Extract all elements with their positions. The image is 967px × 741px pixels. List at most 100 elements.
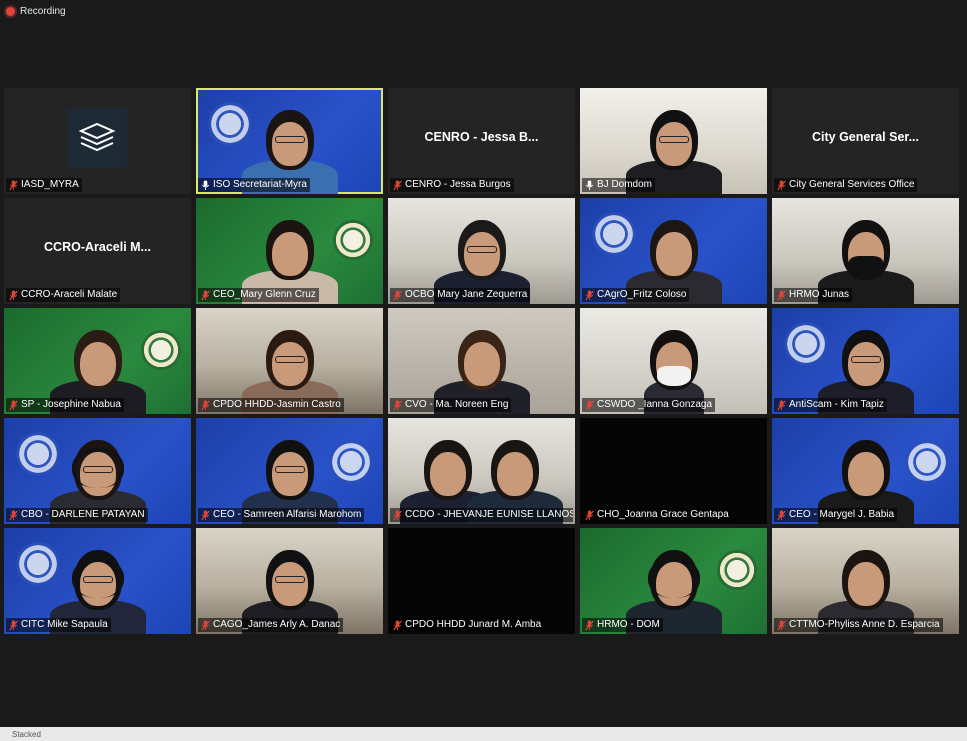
mic-muted-icon [9,290,18,300]
mic-muted-icon [393,400,402,410]
participant-name-label: CCRO-Araceli Malate [6,288,121,302]
participant-tile[interactable]: OCBO Mary Jane Zequerra [388,198,575,304]
participant-name-label: City General Services Office [774,178,918,192]
mic-muted-icon [585,620,594,630]
glasses [274,356,305,363]
participant-display-name: City General Ser... [812,130,919,144]
participant-tile[interactable]: HRMO Junas [772,198,959,304]
mic-muted-icon [9,400,18,410]
participant-tile[interactable]: CPDO HHDD Junard M. Amba [388,528,575,634]
participant-tile[interactable]: CEO - Marygel J. Babia [772,418,959,524]
participant-name-label: ISO Secretariat-Myra [198,178,310,192]
mic-muted-icon [201,400,210,410]
participant-tile[interactable]: AntiScam - Kim Tapiz [772,308,959,414]
participant-name: CVO - Ma. Noreen Eng [405,399,509,410]
glasses [274,136,305,143]
glasses [850,356,881,363]
participant-name: HRMO - DOM [597,619,660,630]
participant-tile[interactable]: BJ Domdom [580,88,767,194]
mic-muted-icon [201,510,210,520]
glasses [658,136,689,143]
participant-tile[interactable]: CTTMO-Phyliss Anne D. Esparcia [772,528,959,634]
participant-tile[interactable]: IASD_MYRA [4,88,191,194]
stacked-layers-icon [67,108,127,168]
participant-tile[interactable]: CENRO - Jessa B... CENRO - Jessa Burgos [388,88,575,194]
meeting-window: Recording IASD_MYRA ISO Secretariat-Myra C… [0,0,967,741]
participant-name-label: CAGO_James Arly A. Danac [198,618,344,632]
participant-name-label: AntiScam - Kim Tapiz [774,398,887,412]
participant-name-label: CVO - Ma. Noreen Eng [390,398,512,412]
participant-name: CEO - Marygel J. Babia [789,509,895,520]
participant-tile[interactable]: CCDO - JHEVANJE EUNISE LLANOS [388,418,575,524]
participant-display-name: CENRO - Jessa B... [424,130,539,144]
mic-muted-icon [777,290,786,300]
participant-tile[interactable]: CITC Mike Sapaula [4,528,191,634]
mic-muted-icon [777,510,786,520]
participant-name: CPDO HHDD Junard M. Amba [405,619,542,630]
face-mask [848,256,883,276]
participant-name-label: CEO_Mary Glenn Cruz [198,288,319,302]
participant-name: CBO - DARLENE PATAYAN [21,509,145,520]
mic-muted-icon [393,510,402,520]
headset [647,558,700,598]
participant-name: CPDO HHDD-Jasmin Castro [213,399,341,410]
participant-tile[interactable]: CPDO HHDD-Jasmin Castro [196,308,383,414]
participant-tile[interactable]: City General Ser... City General Services… [772,88,959,194]
participant-tile[interactable]: SP - Josephine Nabua [4,308,191,414]
mic-muted-icon [585,510,594,520]
participant-tile[interactable]: CHO_Joanna Grace Gentapa [580,418,767,524]
participant-name-label: BJ Domdom [582,178,656,192]
recording-indicator[interactable]: Recording [6,6,66,17]
participant-tile[interactable]: CBO - DARLENE PATAYAN [4,418,191,524]
participant-name-label: IASD_MYRA [6,178,82,192]
participant-name-label: CHO_Joanna Grace Gentapa [582,508,732,522]
participant-name-label: HRMO - DOM [582,618,663,632]
participant-name-label: CEO - Marygel J. Babia [774,508,898,522]
participant-tile[interactable]: CCRO-Araceli M... CCRO-Araceli Malate [4,198,191,304]
mic-muted-icon [585,400,594,410]
headset [71,558,124,598]
mic-muted-icon [393,180,402,190]
participant-name-label: CENRO - Jessa Burgos [390,178,514,192]
mic-muted-icon [9,180,18,190]
participant-name: CENRO - Jessa Burgos [405,179,511,190]
mic-muted-icon [777,400,786,410]
participant-name-label: CBO - DARLENE PATAYAN [6,508,148,522]
participant-name: ISO Secretariat-Myra [213,179,307,190]
participant-name: CAGO_James Arly A. Danac [213,619,341,630]
mic-icon [201,180,210,190]
glasses [466,246,497,253]
participant-tile[interactable]: CAGO_James Arly A. Danac [196,528,383,634]
glasses [274,466,305,473]
participant-name: CHO_Joanna Grace Gentapa [597,509,729,520]
participant-tile[interactable]: CSWDO _Ianna Gonzaga [580,308,767,414]
mic-muted-icon [393,290,402,300]
glasses [274,576,305,583]
participant-name-label: HRMO Junas [774,288,853,302]
participant-tile[interactable]: HRMO - DOM [580,528,767,634]
participant-name: OCBO Mary Jane Zequerra [405,289,528,300]
participant-name-label: CPDO HHDD-Jasmin Castro [198,398,344,412]
participant-name-label: CITC Mike Sapaula [6,618,111,632]
participant-name: BJ Domdom [597,179,653,190]
participant-name: CSWDO _Ianna Gonzaga [597,399,713,410]
participant-tile[interactable]: CEO - Samreen Alfarisi Marohom [196,418,383,524]
recording-label: Recording [20,6,66,17]
mic-muted-icon [201,290,210,300]
participant-display-name: CCRO-Araceli M... [44,240,151,254]
participant-name-label: CCDO - JHEVANJE EUNISE LLANOS [390,508,573,522]
participant-name-label: CAgrO_Fritz Coloso [582,288,690,302]
participant-tile[interactable]: ISO Secretariat-Myra [196,88,383,194]
mic-muted-icon [393,620,402,630]
mic-muted-icon [777,180,786,190]
video-gallery: IASD_MYRA ISO Secretariat-Myra CENRO - Jes… [4,88,962,634]
participant-name: CTTMO-Phyliss Anne D. Esparcia [789,619,940,630]
participant-name: CCDO - JHEVANJE EUNISE LLANOS [405,509,573,520]
participant-name-label: SP - Josephine Nabua [6,398,124,412]
headset [71,448,124,488]
participant-tile[interactable]: CAgrO_Fritz Coloso [580,198,767,304]
participant-tile[interactable]: CEO_Mary Glenn Cruz [196,198,383,304]
participant-name: AntiScam - Kim Tapiz [789,399,884,410]
participant-tile[interactable]: CVO - Ma. Noreen Eng [388,308,575,414]
participant-name: CCRO-Araceli Malate [21,289,118,300]
